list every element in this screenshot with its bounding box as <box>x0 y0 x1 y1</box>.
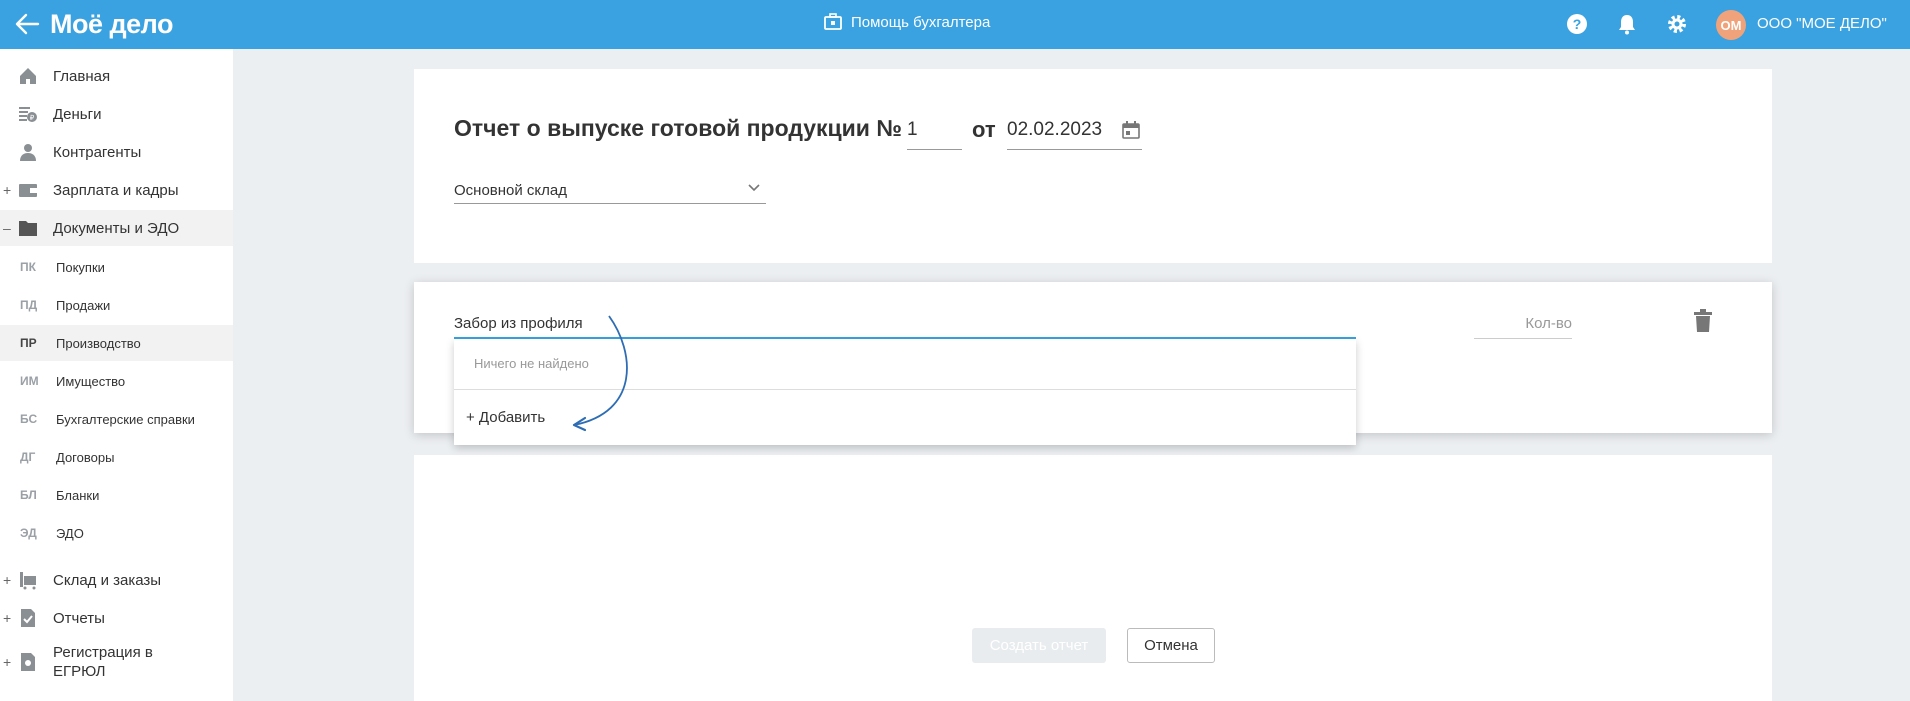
dropdown-divider <box>454 389 1356 390</box>
top-bar: Моё дело Помощь бухгалтера ? ОМ ООО "МОЕ… <box>0 0 1910 49</box>
warehouse-select[interactable]: Основной склад <box>454 172 766 204</box>
document-date-input[interactable]: 02.02.2023 <box>1007 115 1142 150</box>
sidebar-subitem-contracts[interactable]: ДГ Договоры <box>0 439 233 475</box>
no-results-text: Ничего не найдено <box>474 356 589 371</box>
expand-icon[interactable]: + <box>3 610 11 626</box>
subitem-abbr: ПР <box>20 336 37 350</box>
product-suggestions-dropdown: Ничего не найдено + Добавить <box>454 339 1356 445</box>
wallet-icon <box>19 184 37 197</box>
subitem-abbr: ДГ <box>20 450 36 464</box>
sidebar: Главная ₽ Деньги Контрагенты + Зарплата … <box>0 49 233 701</box>
sidebar-item-warehouse[interactable]: + Склад и заказы <box>0 562 233 598</box>
page-title: Отчет о выпуске готовой продукции № <box>454 115 902 141</box>
sidebar-item-label: Отчеты <box>53 609 105 627</box>
subitem-label: Покупки <box>56 259 105 275</box>
collapse-icon[interactable]: – <box>3 220 11 236</box>
sidebar-item-home[interactable]: Главная <box>0 58 233 94</box>
date-from-label: от <box>972 117 996 142</box>
accountant-help-link[interactable]: Помощь бухгалтера <box>823 12 990 32</box>
svg-text:₽: ₽ <box>30 114 35 122</box>
sidebar-item-money[interactable]: ₽ Деньги <box>0 96 233 132</box>
sidebar-subitem-production[interactable]: ПР Производство <box>0 325 233 361</box>
trash-icon[interactable] <box>1693 309 1713 333</box>
warehouse-icon <box>20 572 36 590</box>
document-number-value: 1 <box>907 119 918 140</box>
document-header-card: Отчет о выпуске готовой продукции № 1 от… <box>414 69 1772 263</box>
help-center-label: Помощь бухгалтера <box>851 13 991 31</box>
expand-icon[interactable]: + <box>3 654 11 670</box>
product-search-input[interactable]: Забор из профиля <box>454 305 1356 339</box>
sidebar-item-registration[interactable]: + Регистрация в ЕГРЮЛ <box>0 639 233 687</box>
sidebar-item-reports[interactable]: + Отчеты <box>0 600 233 636</box>
contractors-icon <box>20 144 36 161</box>
sidebar-subitem-accounting-notes[interactable]: БС Бухгалтерские справки <box>0 401 233 437</box>
subitem-label: Договоры <box>56 449 115 465</box>
sidebar-subitem-sales[interactable]: ПД Продажи <box>0 287 233 323</box>
subitem-label: ЭДО <box>56 525 84 541</box>
app-logo[interactable]: Моё дело <box>50 9 173 40</box>
subitem-abbr: БЛ <box>20 488 37 502</box>
subitem-label: Имущество <box>56 373 126 389</box>
subitem-abbr: ИМ <box>20 374 39 388</box>
create-report-button[interactable]: Создать отчет <box>972 628 1106 663</box>
svg-text:?: ? <box>1573 16 1582 32</box>
quantity-input[interactable]: Кол-во <box>1474 305 1572 339</box>
registration-icon <box>21 653 35 671</box>
subitem-label: Бланки <box>56 487 100 503</box>
warehouse-value: Основной склад <box>454 182 568 199</box>
sidebar-item-label: Документы и ЭДО <box>53 219 180 237</box>
briefcase-icon <box>824 13 842 30</box>
document-body-card <box>414 455 1772 701</box>
user-avatar[interactable]: ОМ <box>1716 10 1746 40</box>
sidebar-item-label: Склад и заказы <box>53 571 162 589</box>
document-date-value: 02.02.2023 <box>1007 119 1103 140</box>
subitem-abbr: ЭД <box>20 526 37 540</box>
subitem-label: Производство <box>56 335 141 351</box>
calendar-icon[interactable] <box>1122 121 1140 139</box>
sidebar-item-contractors[interactable]: Контрагенты <box>0 134 233 170</box>
quantity-placeholder: Кол-во <box>1525 315 1572 332</box>
help-icon[interactable]: ? <box>1565 12 1589 36</box>
expand-icon[interactable]: + <box>3 182 11 198</box>
add-product-button[interactable]: + Добавить <box>466 409 545 426</box>
subitem-abbr: ПД <box>20 298 38 312</box>
product-input-value: Забор из профиля <box>454 315 583 332</box>
bell-icon[interactable] <box>1615 12 1639 36</box>
sidebar-subitem-edo[interactable]: ЭД ЭДО <box>0 515 233 551</box>
subitem-label: Продажи <box>56 297 111 313</box>
company-name[interactable]: ООО "МОЕ ДЕЛО" <box>1757 15 1887 32</box>
home-icon <box>20 68 36 84</box>
folder-icon <box>19 221 37 236</box>
sidebar-subitem-property[interactable]: ИМ Имущество <box>0 363 233 399</box>
subitem-abbr: ПК <box>20 260 36 274</box>
reports-icon <box>21 609 35 627</box>
gear-icon[interactable] <box>1665 12 1689 36</box>
subitem-label: Бухгалтерские справки <box>56 411 195 427</box>
sidebar-subitem-purchases[interactable]: ПК Покупки <box>0 249 233 285</box>
sidebar-item-label: Зарплата и кадры <box>53 181 179 199</box>
expand-icon[interactable]: + <box>3 572 11 588</box>
sidebar-item-label: Деньги <box>53 105 102 123</box>
sidebar-item-documents[interactable]: – Документы и ЭДО <box>0 210 233 246</box>
sidebar-item-label: Регистрация в ЕГРЮЛ <box>53 644 153 680</box>
sidebar-item-salary[interactable]: + Зарплата и кадры <box>0 172 233 208</box>
chevron-down-icon <box>748 184 760 192</box>
document-number-input[interactable]: 1 <box>907 115 962 150</box>
cancel-button[interactable]: Отмена <box>1127 628 1215 663</box>
sidebar-item-label: Главная <box>53 67 111 85</box>
sidebar-subitem-forms[interactable]: БЛ Бланки <box>0 477 233 513</box>
sidebar-item-label: Контрагенты <box>53 143 142 161</box>
back-arrow-icon[interactable] <box>14 12 40 36</box>
money-icon: ₽ <box>19 107 37 122</box>
subitem-abbr: БС <box>20 412 38 426</box>
